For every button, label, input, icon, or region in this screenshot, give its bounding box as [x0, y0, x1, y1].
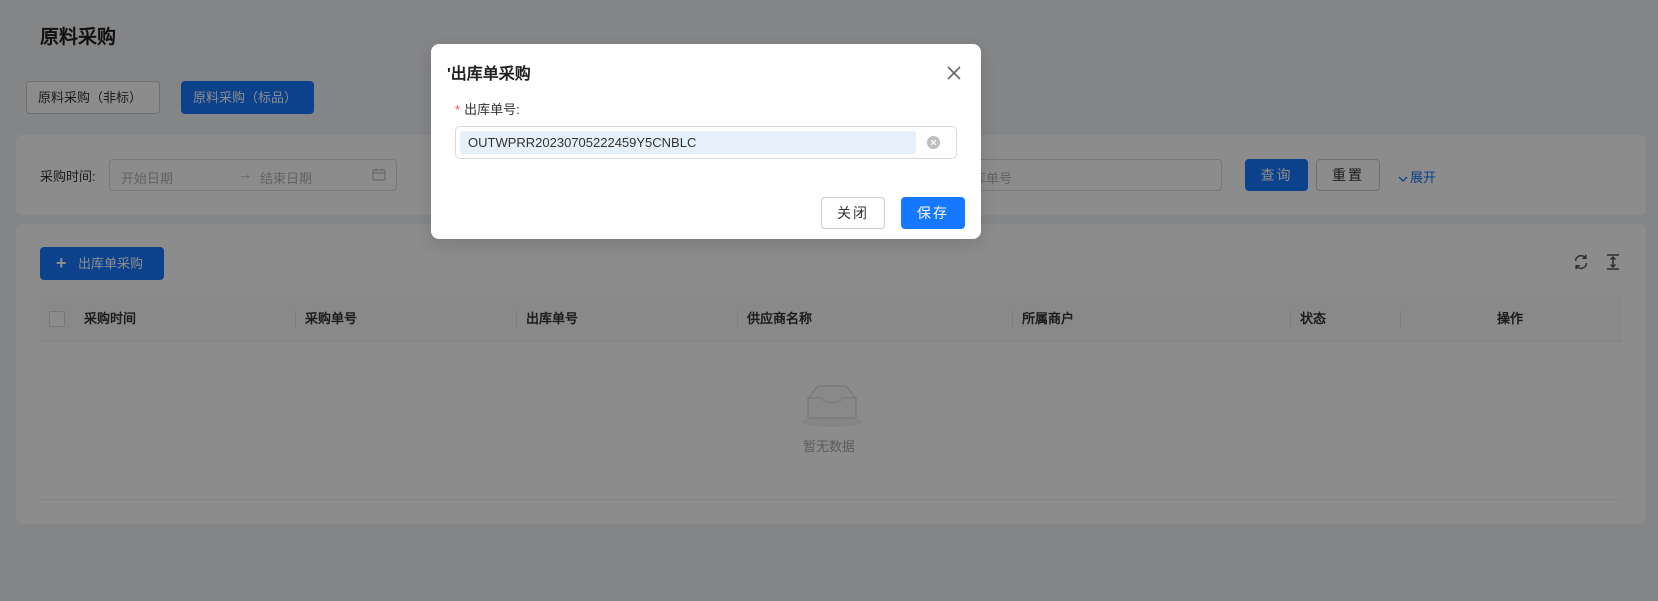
- out-no-field[interactable]: OUTWPRR20230705222459Y5CNBLC: [455, 126, 957, 159]
- required-mark: *: [455, 102, 461, 117]
- out-no-label-text: 出库单号:: [464, 102, 520, 117]
- clear-icon[interactable]: [927, 136, 940, 149]
- modal-close-button[interactable]: 关闭: [821, 197, 885, 229]
- out-no-field-value[interactable]: OUTWPRR20230705222459Y5CNBLC: [460, 131, 916, 154]
- page: 原料采购 原料采购（非标） 原料采购（标品） 采购时间: 开始日期 → 结束日期…: [0, 0, 1658, 601]
- modal-save-button[interactable]: 保存: [901, 197, 965, 229]
- out-no-field-label: * 出库单号:: [455, 99, 520, 118]
- close-icon[interactable]: [945, 64, 963, 82]
- outbound-purchase-modal: '出库单采购 * 出库单号: OUTWPRR20230705222459Y5CNB…: [431, 44, 981, 239]
- modal-title: '出库单采购: [447, 66, 531, 83]
